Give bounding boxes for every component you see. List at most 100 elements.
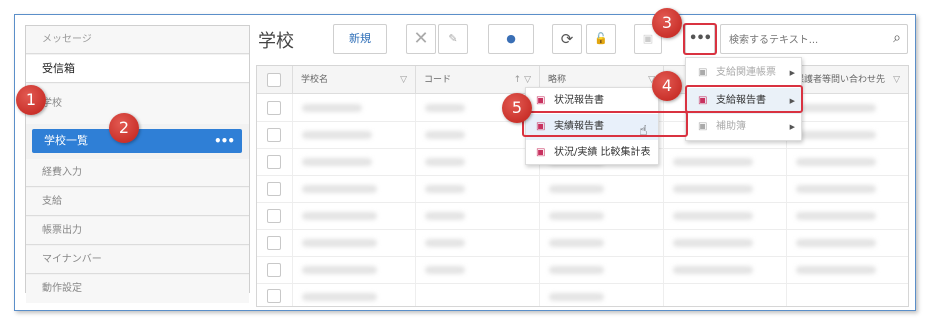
column-label: 保護者等問い合わせ先: [795, 75, 886, 85]
sidebar-item-label: 帳票出力: [42, 225, 82, 236]
table-row[interactable]: [257, 176, 908, 203]
page-title: 学校: [258, 31, 294, 52]
sidebar-item-forms[interactable]: 帳票出力: [26, 217, 249, 245]
search-input[interactable]: [727, 31, 877, 49]
clipboard-icon: ▣: [698, 121, 708, 132]
redacted-cell: [796, 104, 876, 112]
clipboard-icon: ▣: [698, 67, 708, 78]
sidebar-item-inbox[interactable]: 受信箱: [26, 55, 249, 83]
sidebar-item-expense[interactable]: 経費入力: [26, 159, 249, 187]
sidebar-item-label: 受信箱: [42, 62, 75, 75]
redacted-cell: [302, 266, 377, 274]
filter-icon[interactable]: ▽: [400, 66, 407, 94]
close-icon: ✕: [413, 28, 429, 49]
unlock-icon: 🔓: [594, 32, 608, 45]
step-badge: 4: [652, 71, 682, 101]
row-checkbox[interactable]: [267, 182, 281, 196]
column-header-contact[interactable]: 保護者等問い合わせ先 ▽: [786, 66, 908, 94]
search-box: ⌕: [720, 24, 908, 54]
redacted-cell: [302, 158, 372, 166]
redacted-cell: [549, 239, 604, 247]
table-row[interactable]: [257, 230, 908, 257]
step-badge: 1: [16, 85, 46, 115]
step-badge: 2: [109, 113, 139, 143]
menu-item-label: 補助簿: [716, 121, 746, 132]
highlight-more-button: [683, 23, 717, 55]
row-checkbox[interactable]: [267, 209, 281, 223]
redacted-cell: [425, 104, 465, 112]
redacted-cell: [425, 266, 465, 274]
select-all-checkbox[interactable]: [267, 73, 281, 87]
column-label: コード: [424, 75, 452, 85]
edit-button[interactable]: ✎: [438, 24, 468, 54]
pencil-icon: ✎: [448, 32, 458, 45]
redacted-cell: [302, 212, 377, 220]
redacted-cell: [796, 212, 876, 220]
menu-item-comparison-table[interactable]: ▣ 状況/実績 比較集計表: [526, 140, 658, 166]
redacted-cell: [425, 212, 465, 220]
more-icon[interactable]: •••: [214, 129, 235, 153]
table-row[interactable]: [257, 284, 908, 306]
redacted-cell: [796, 131, 876, 139]
sidebar-item-messages[interactable]: メッセージ: [26, 26, 249, 54]
row-checkbox[interactable]: [267, 236, 281, 250]
redacted-cell: [673, 185, 753, 193]
redacted-cell: [425, 239, 465, 247]
row-checkbox[interactable]: [267, 289, 281, 303]
highlight-results-report: [522, 111, 688, 137]
row-checkbox[interactable]: [267, 155, 281, 169]
sidebar-item-school[interactable]: 学校: [26, 84, 249, 124]
sidebar-item-payment[interactable]: 支給: [26, 188, 249, 216]
redacted-cell: [673, 239, 753, 247]
menu-item-subledger[interactable]: ▣ 補助簿 ▶: [686, 114, 801, 140]
sidebar-item-label: 学校一覧: [44, 134, 88, 147]
redacted-cell: [302, 131, 372, 139]
menu-item-label: 状況報告書: [554, 95, 604, 106]
menu-item-label: 支給関連帳票: [716, 67, 776, 78]
globe-icon: ●: [506, 32, 516, 45]
delete-button[interactable]: ✕: [406, 24, 436, 54]
sidebar: メッセージ 受信箱 学校 学校一覧 ••• 経費入力 支給 帳票出力 マイナンバ…: [25, 25, 250, 303]
filter-icon[interactable]: ▽: [893, 66, 900, 94]
row-checkbox[interactable]: [267, 263, 281, 277]
chevron-right-icon: ▶: [789, 69, 795, 77]
row-checkbox[interactable]: [267, 101, 281, 115]
redacted-cell: [673, 266, 753, 274]
redacted-cell: [549, 212, 604, 220]
redacted-cell: [796, 239, 876, 247]
refresh-icon: ⟳: [560, 30, 574, 48]
menu-item-payment-forms[interactable]: ▣ 支給関連帳票 ▶: [686, 60, 801, 86]
redacted-cell: [796, 158, 876, 166]
column-header-name[interactable]: 学校名 ▽: [292, 66, 415, 94]
highlight-payment-report: [685, 85, 803, 113]
sidebar-item-label: 支給: [42, 196, 62, 207]
chevron-right-icon: ▶: [789, 123, 795, 131]
redacted-cell: [425, 158, 465, 166]
redacted-cell: [796, 266, 876, 274]
sidebar-item-settings[interactable]: 動作設定: [26, 275, 249, 303]
new-button[interactable]: 新規: [333, 24, 387, 54]
redacted-cell: [549, 266, 604, 274]
menu-item-label: 状況/実績 比較集計表: [554, 147, 651, 158]
row-checkbox[interactable]: [267, 128, 281, 142]
redacted-cell: [796, 185, 876, 193]
unlock-button[interactable]: 🔓: [586, 24, 616, 54]
table-row[interactable]: [257, 203, 908, 230]
sidebar-item-mynumber[interactable]: マイナンバー: [26, 246, 249, 274]
redacted-cell: [302, 185, 377, 193]
column-label: 学校名: [301, 75, 329, 85]
redacted-cell: [425, 185, 465, 193]
column-header-code[interactable]: コード ↑ ▽: [415, 66, 539, 94]
refresh-button[interactable]: ⟳: [552, 24, 582, 54]
redacted-cell: [549, 185, 604, 193]
table-row[interactable]: [257, 257, 908, 284]
column-label: 略称: [548, 75, 567, 85]
sidebar-item-label: 動作設定: [42, 283, 82, 294]
search-icon[interactable]: ⌕: [893, 30, 901, 46]
redacted-cell: [302, 239, 377, 247]
globe-button[interactable]: ●: [488, 24, 534, 54]
redacted-cell: [302, 104, 362, 112]
redacted-cell: [425, 131, 465, 139]
step-badge: 3: [652, 8, 682, 38]
clipboard-icon: ▣: [536, 147, 546, 158]
